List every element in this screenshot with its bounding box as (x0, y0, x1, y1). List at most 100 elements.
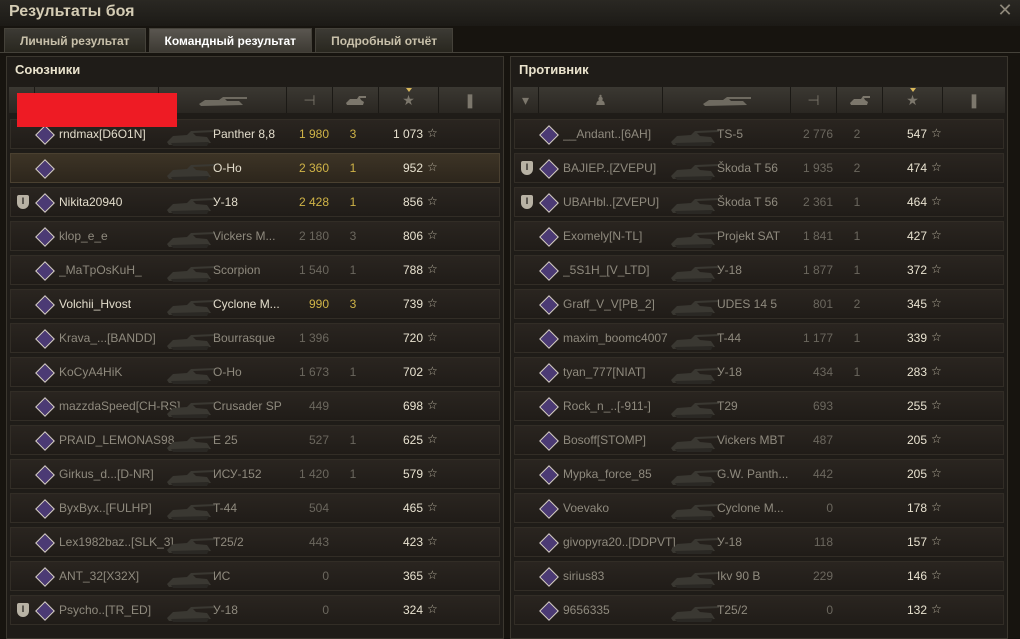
damage-value: 990 (308, 297, 329, 311)
table-row[interactable]: __Andant..[6AH] TS-5 2 776 2 547 ☆ (514, 119, 1004, 149)
star-icon: ☆ (427, 602, 438, 616)
clan-emblem-icon (539, 125, 559, 145)
medals-column-icon[interactable]: ❚ (439, 87, 501, 113)
star-icon: ☆ (931, 432, 942, 446)
xp-value: 157 (906, 535, 927, 549)
tab-personal-result[interactable]: Личный результат (4, 28, 146, 52)
table-row[interactable]: _MaTpOsKuH_ Scorpion 1 540 1 788 ☆ (10, 255, 500, 285)
star-icon: ☆ (931, 398, 942, 412)
table-row[interactable]: I Psycho..[TR_ED] У-18 0 324 ☆ (10, 595, 500, 625)
frags-value: 1 (853, 229, 861, 243)
xp-value: 464 (906, 195, 927, 209)
frags-value (341, 331, 365, 347)
damage-value: 0 (826, 501, 833, 515)
xp-column-icon[interactable]: ★ (883, 87, 943, 113)
table-row[interactable]: ByxByx..[FULHP] T-44 504 465 ☆ (10, 493, 500, 523)
vehicle-column-icon[interactable] (663, 87, 791, 113)
star-icon: ☆ (931, 126, 942, 140)
damage-column-icon[interactable]: ⊣ (287, 87, 333, 113)
frags-value (341, 501, 365, 517)
damage-column-icon[interactable]: ⊣ (791, 87, 837, 113)
table-row[interactable]: klop_e_e Vickers M... 2 180 3 806 ☆ (10, 221, 500, 251)
table-row[interactable]: O-Ho 2 360 1 952 ☆ (10, 153, 500, 183)
tank-icon (665, 562, 723, 590)
medals-column-icon[interactable]: ❚ (943, 87, 1005, 113)
clan-emblem-icon (539, 499, 559, 519)
tab-detailed-report[interactable]: Подробный отчёт (315, 28, 454, 52)
table-row[interactable]: Lex1982baz..[SLK_3] T25/2 443 423 ☆ (10, 527, 500, 557)
tab-divider (0, 52, 1020, 53)
vehicle-column-icon[interactable] (159, 87, 287, 113)
table-row[interactable]: Bosoff[STOMP] Vickers MBT 487 205 ☆ (514, 425, 1004, 455)
star-icon: ☆ (931, 330, 942, 344)
damage-value: 1 980 (298, 127, 329, 141)
damage-value: 487 (812, 433, 833, 447)
star-icon: ☆ (931, 364, 942, 378)
damage-value: 1 177 (802, 331, 833, 345)
frags-value (845, 535, 869, 551)
clan-emblem-icon (539, 397, 559, 417)
table-row[interactable]: 9656335 T25/2 0 132 ☆ (514, 595, 1004, 625)
star-icon: ☆ (427, 466, 438, 480)
tank-icon (665, 154, 723, 182)
star-icon: ☆ (427, 296, 438, 310)
player-column-icon[interactable]: ♟ (539, 87, 663, 113)
xp-column-icon[interactable]: ★ (379, 87, 439, 113)
clan-emblem-icon (35, 431, 55, 451)
table-row[interactable]: Graff_V_V[PB_2] UDES 14 5 801 2 345 ☆ (514, 289, 1004, 319)
table-row[interactable]: Voevako Cyclone M... 0 178 ☆ (514, 493, 1004, 523)
table-row[interactable]: PRAID_LEMONAS98 E 25 527 1 625 ☆ (10, 425, 500, 455)
star-icon: ☆ (427, 364, 438, 378)
tab-team-result[interactable]: Командный результат (148, 28, 313, 52)
damage-value: 527 (308, 433, 329, 447)
xp-value: 474 (906, 161, 927, 175)
tank-icon (665, 460, 723, 488)
clan-emblem-icon (35, 601, 55, 621)
platoon-column-icon[interactable]: ▾ (513, 87, 539, 113)
table-row[interactable]: Krava_...[BANDD] Bourrasque 1 396 720 ☆ (10, 323, 500, 353)
table-row[interactable]: sirius83 Ikv 90 B 229 146 ☆ (514, 561, 1004, 591)
table-row[interactable]: Volchii_Hvost Cyclone M... 990 3 739 ☆ (10, 289, 500, 319)
damage-value: 801 (812, 297, 833, 311)
star-icon: ☆ (427, 568, 438, 582)
table-row[interactable]: Girkus_d...[D-NR] ИСУ-152 1 420 1 579 ☆ (10, 459, 500, 489)
star-icon: ☆ (931, 228, 942, 242)
table-row[interactable]: KoCyA4HiK O-Ho 1 673 1 702 ☆ (10, 357, 500, 387)
frags-column-icon[interactable] (333, 87, 379, 113)
xp-value: 579 (402, 467, 423, 481)
table-row[interactable]: tyan_777[NIAT] У-18 434 1 283 ☆ (514, 357, 1004, 387)
table-row[interactable]: I Nikita20940 У-18 2 428 1 856 ☆ (10, 187, 500, 217)
damage-value: 0 (826, 603, 833, 617)
table-row[interactable]: Mypka_force_85 G.W. Panth... 442 205 ☆ (514, 459, 1004, 489)
close-icon[interactable]: ✕ (996, 1, 1014, 19)
damage-value: 693 (812, 399, 833, 413)
tank-icon (665, 120, 723, 148)
tank-icon (665, 596, 723, 624)
clan-emblem-icon (539, 329, 559, 349)
table-row[interactable]: ANT_32[X32X] ИС 0 365 ☆ (10, 561, 500, 591)
frags-value (341, 399, 365, 415)
damage-value: 2 428 (298, 195, 329, 209)
table-row[interactable]: Rock_n_..[-911-] T29 693 255 ☆ (514, 391, 1004, 421)
table-row[interactable]: Exomely[N-TL] Projekt SAT 1 841 1 427 ☆ (514, 221, 1004, 251)
table-row[interactable]: mazzdaSpeed[CH-RS] Crusader SP 449 698 ☆ (10, 391, 500, 421)
frags-value: 1 (349, 161, 357, 175)
frags-value (845, 467, 869, 483)
table-row[interactable]: I UBAHbl..[ZVEPU] Škoda T 56 2 361 1 464 ☆ (514, 187, 1004, 217)
frags-column-icon[interactable] (837, 87, 883, 113)
tank-icon (161, 392, 219, 420)
table-row[interactable]: _5S1H_[V_LTD] У-18 1 877 1 372 ☆ (514, 255, 1004, 285)
table-row[interactable]: I BAJIEP..[ZVEPU] Škoda T 56 1 935 2 474 ☆ (514, 153, 1004, 183)
xp-value: 856 (402, 195, 423, 209)
xp-value: 205 (906, 433, 927, 447)
clan-emblem-icon (35, 261, 55, 281)
platoon-icon: I (521, 195, 533, 209)
star-icon: ☆ (427, 500, 438, 514)
xp-value: 255 (906, 399, 927, 413)
tank-icon (161, 256, 219, 284)
frags-value: 3 (349, 127, 357, 141)
frags-value (341, 603, 365, 619)
xp-value: 465 (402, 501, 423, 515)
table-row[interactable]: maxim_boomc4007 T-44 1 177 1 339 ☆ (514, 323, 1004, 353)
table-row[interactable]: givopyra20..[DDPVT] У-18 118 157 ☆ (514, 527, 1004, 557)
